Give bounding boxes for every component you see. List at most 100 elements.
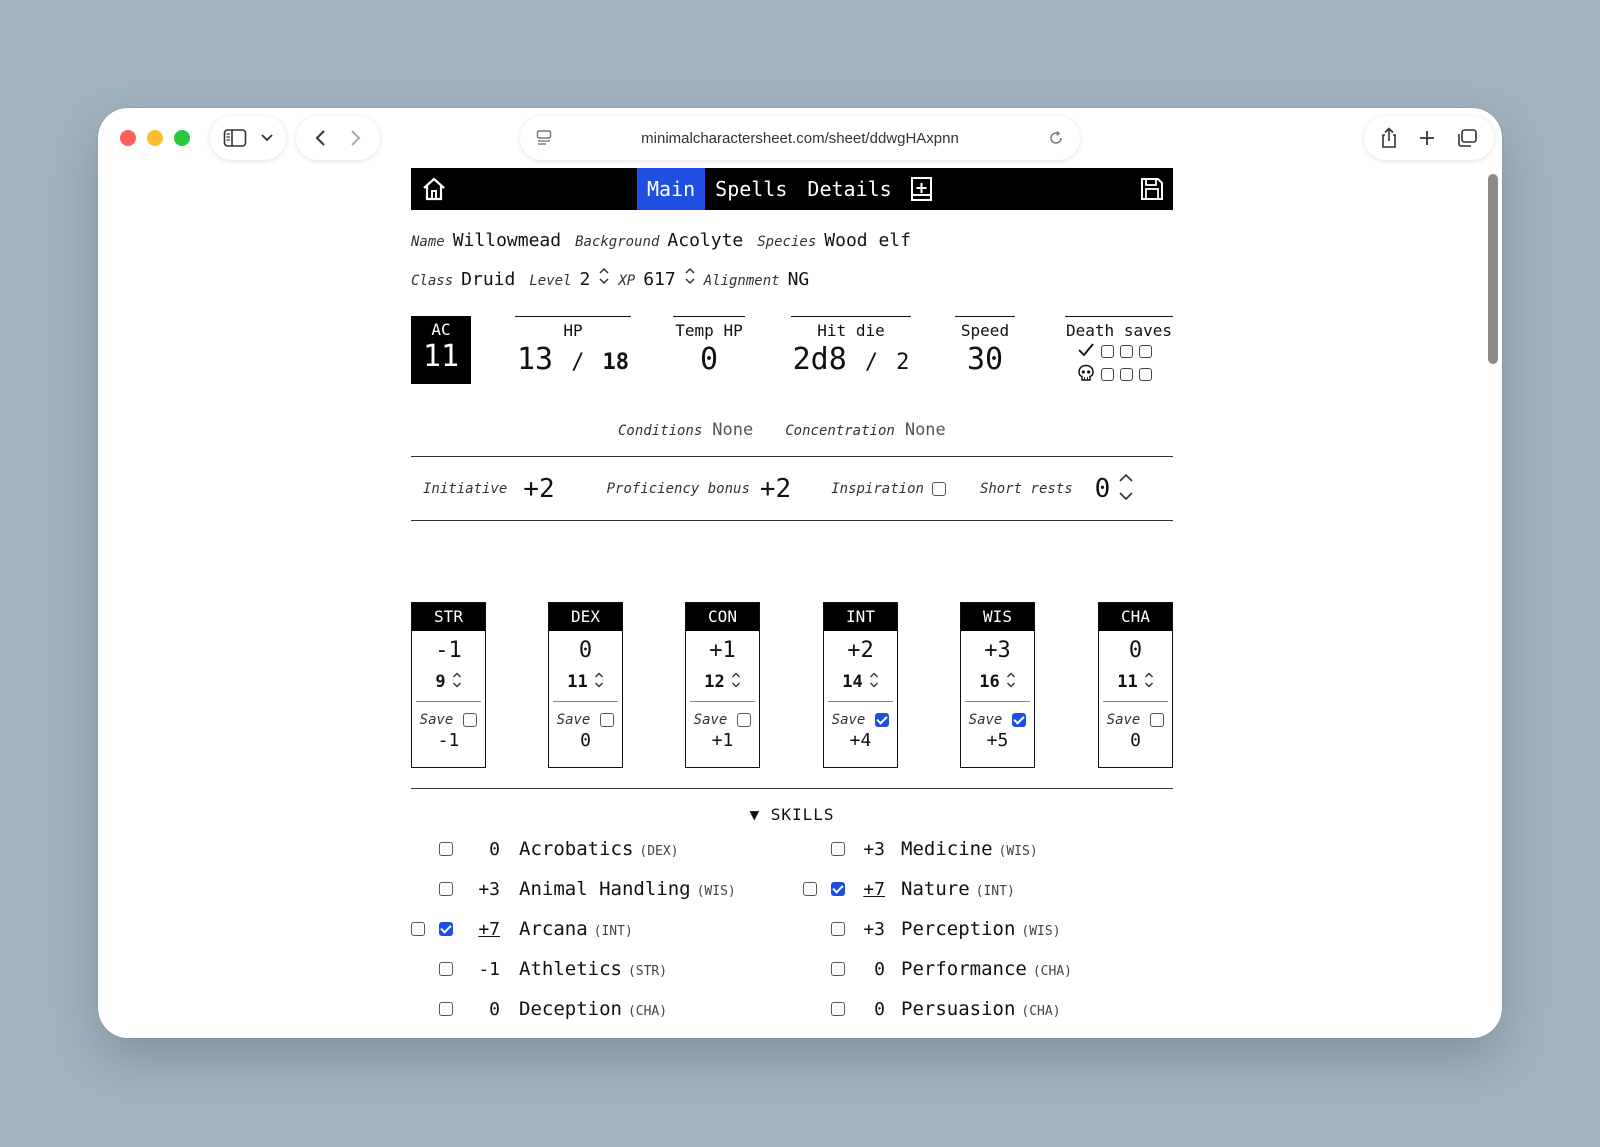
death-save-success-1[interactable]	[1101, 345, 1114, 358]
forward-arrow-icon[interactable]	[348, 129, 362, 147]
speed-value[interactable]: 30	[955, 340, 1015, 380]
hit-die-count[interactable]: 2	[896, 350, 909, 375]
new-tab-icon[interactable]	[1418, 129, 1436, 147]
reload-icon[interactable]	[1048, 130, 1064, 146]
alignment-field[interactable]: NG	[788, 269, 810, 290]
zoom-window-button[interactable]	[174, 130, 190, 146]
ability-score[interactable]: 14	[842, 672, 862, 692]
divider	[416, 701, 481, 702]
tab-spells[interactable]: Spells	[705, 168, 797, 210]
tab-main[interactable]: Main	[637, 168, 706, 210]
ability-score[interactable]: 11	[567, 672, 587, 692]
skill-modifier: 0	[489, 998, 500, 1020]
score-stepper-icon[interactable]	[594, 671, 604, 694]
background-field[interactable]: Acolyte	[667, 230, 743, 251]
skill-name: Animal Handling (WIS)	[519, 878, 736, 900]
skill-proficiency-checkbox[interactable]	[439, 962, 453, 976]
skill-proficiency-checkbox[interactable]	[831, 1002, 845, 1016]
short-rests-label: Short rests	[979, 481, 1073, 497]
species-field[interactable]: Wood elf	[824, 230, 911, 251]
skill-expertise-checkbox[interactable]	[411, 922, 425, 936]
close-window-button[interactable]	[120, 130, 136, 146]
hp-max[interactable]: 18	[603, 350, 630, 375]
skill-label: Persuasion	[901, 998, 1016, 1020]
skill-label: Arcana	[519, 918, 588, 940]
death-save-failure-3[interactable]	[1139, 368, 1152, 381]
temp-hp-label: Temp HP	[675, 321, 743, 340]
initiative-value[interactable]: +2	[523, 474, 554, 504]
ability-score[interactable]: 9	[435, 672, 445, 692]
divider	[553, 701, 618, 702]
skills-toggle[interactable]: ▼ SKILLS	[411, 805, 1173, 824]
add-page-icon[interactable]	[910, 176, 934, 202]
temp-hp-value[interactable]: 0	[673, 340, 745, 380]
xp-stepper-icon[interactable]	[684, 267, 696, 289]
score-stepper-icon[interactable]	[869, 671, 879, 694]
level-label: Level	[529, 273, 572, 289]
background-label: Background	[575, 234, 660, 250]
ability-score[interactable]: 16	[979, 672, 999, 692]
conditions-value[interactable]: None	[712, 420, 753, 440]
identity-row: Name Willowmead Background Acolyte Speci…	[411, 230, 911, 251]
reader-mode-icon[interactable]	[536, 129, 552, 147]
score-stepper-icon[interactable]	[452, 671, 462, 694]
inspiration-checkbox[interactable]	[931, 482, 946, 496]
skill-proficiency-checkbox[interactable]	[831, 842, 845, 856]
skill-expertise-checkbox[interactable]	[803, 882, 817, 896]
save-proficiency-checkbox[interactable]	[737, 713, 752, 727]
death-save-success-2[interactable]	[1120, 345, 1133, 358]
death-save-successes	[1077, 340, 1173, 363]
concentration-value[interactable]: None	[905, 420, 946, 440]
save-proficiency-checkbox[interactable]	[463, 713, 478, 727]
skill-proficiency-checkbox[interactable]	[439, 1002, 453, 1016]
skill-proficiency-checkbox[interactable]	[439, 922, 453, 936]
save-proficiency-checkbox[interactable]	[875, 713, 890, 727]
url-text[interactable]: minimalcharactersheet.com/sheet/ddwgHAxp…	[641, 130, 959, 147]
back-arrow-icon[interactable]	[314, 129, 328, 147]
ability-modifier: +3	[984, 638, 1011, 663]
ability-score[interactable]: 11	[1117, 672, 1137, 692]
minimize-window-button[interactable]	[147, 130, 163, 146]
short-rests-stepper-icon[interactable]	[1118, 472, 1134, 506]
ability-score[interactable]: 12	[704, 672, 724, 692]
level-field[interactable]: 2	[580, 269, 591, 290]
divider	[411, 456, 1173, 457]
tab-overview-icon[interactable]	[1456, 128, 1478, 148]
skill-proficiency-checkbox[interactable]	[831, 882, 845, 896]
chevron-down-icon[interactable]	[260, 133, 274, 143]
skill-proficiency-checkbox[interactable]	[831, 962, 845, 976]
score-stepper-icon[interactable]	[1144, 671, 1154, 694]
class-row: Class Druid Level 2 XP 617 Alignment NG	[411, 267, 809, 290]
save-proficiency-checkbox[interactable]	[1150, 713, 1165, 727]
short-rests-value[interactable]: 0	[1095, 474, 1111, 504]
death-save-success-3[interactable]	[1139, 345, 1152, 358]
address-bar[interactable]: minimalcharactersheet.com/sheet/ddwgHAxp…	[520, 116, 1080, 160]
sidebar-toggle-icon[interactable]	[223, 128, 247, 148]
home-icon[interactable]	[421, 176, 447, 206]
share-icon[interactable]	[1380, 127, 1398, 149]
skill-proficiency-checkbox[interactable]	[439, 882, 453, 896]
ability-name: CON	[686, 603, 759, 631]
hit-die-value[interactable]: 2d8	[793, 342, 847, 377]
death-save-failure-1[interactable]	[1101, 368, 1114, 381]
ability-name: WIS	[961, 603, 1034, 631]
death-save-failure-2[interactable]	[1120, 368, 1133, 381]
skill-proficiency-checkbox[interactable]	[439, 842, 453, 856]
tab-details[interactable]: Details	[797, 168, 901, 210]
name-field[interactable]: Willowmead	[453, 230, 561, 251]
level-stepper-icon[interactable]	[598, 267, 610, 289]
save-proficiency-checkbox[interactable]	[1012, 713, 1027, 727]
score-stepper-icon[interactable]	[1006, 671, 1016, 694]
xp-field[interactable]: 617	[643, 269, 676, 290]
score-stepper-icon[interactable]	[731, 671, 741, 694]
page-scrollbar[interactable]	[1488, 174, 1498, 364]
hp-current[interactable]: 13	[517, 342, 553, 377]
save-icon[interactable]	[1139, 176, 1165, 206]
skill-ability-abbr: (DEX)	[639, 844, 679, 859]
ac-value[interactable]: 11	[411, 339, 471, 375]
armor-class-box[interactable]: AC 11	[411, 316, 471, 384]
skill-proficiency-checkbox[interactable]	[831, 922, 845, 936]
class-field[interactable]: Druid	[461, 269, 515, 290]
conditions-label: Conditions	[618, 423, 703, 439]
save-proficiency-checkbox[interactable]	[600, 713, 615, 727]
